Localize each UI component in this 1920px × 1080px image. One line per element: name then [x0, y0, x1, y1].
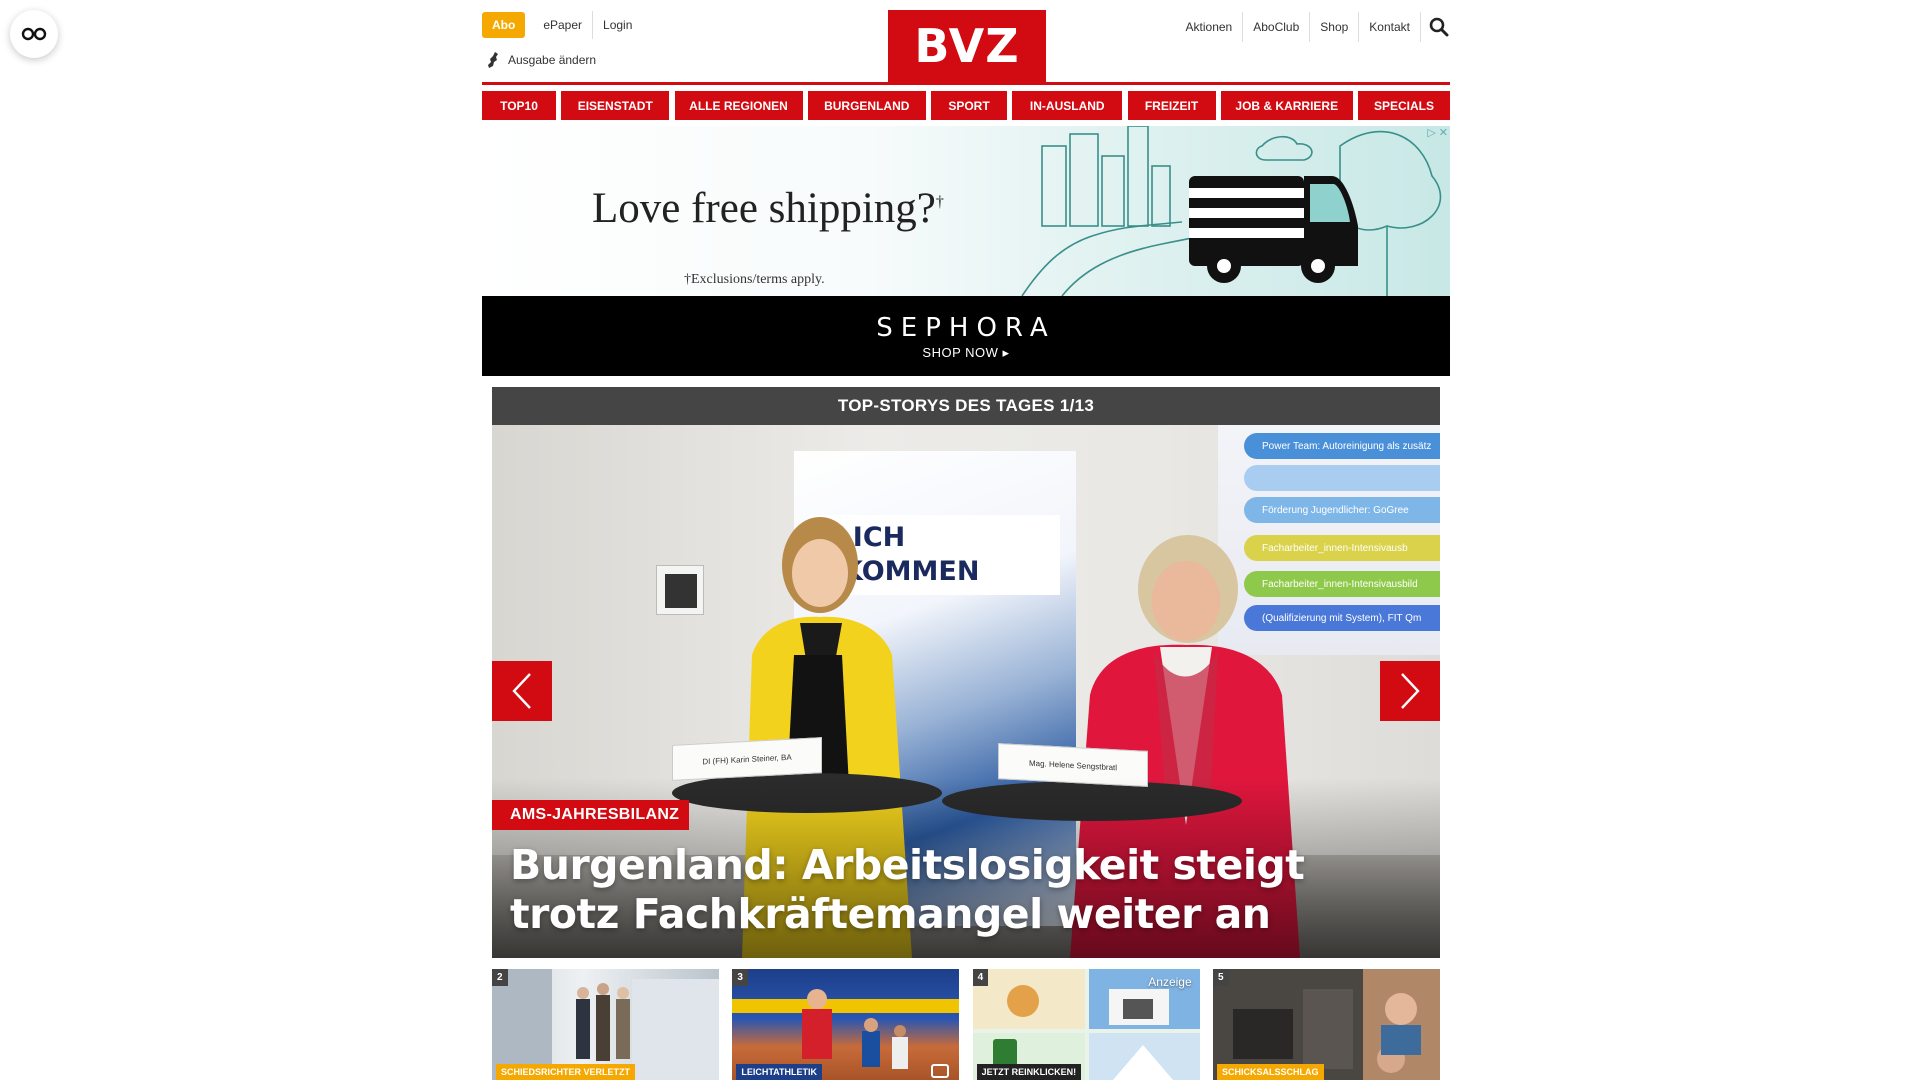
thumb-tag: LEICHTATHLETIK [736, 1064, 822, 1080]
story-thumbnails: 2 SCHIEDSRICHTER VERLETZT 3 LEICHTATHLET… [492, 969, 1440, 1080]
nav-item-sport[interactable]: SPORT [931, 91, 1007, 120]
edition-switch[interactable]: Ausgabe ändern [486, 51, 596, 69]
carousel-next-button[interactable] [1380, 661, 1440, 721]
ad-visual: Love free shipping?† †Exclusions/terms a… [482, 126, 1450, 296]
projection-line: Förderung Jugendlicher: GoGree [1244, 497, 1440, 523]
thumb-number: 5 [1212, 969, 1229, 986]
story-thumb-4[interactable]: 4 Anzeige JETZT REINKLICKEN! [972, 969, 1200, 1080]
accessibility-toggle-button[interactable] [10, 10, 58, 58]
adchoices-icon[interactable]: ▷ [1427, 126, 1435, 139]
sephora-ad-banner[interactable]: Love free shipping?† †Exclusions/terms a… [482, 126, 1450, 376]
header-left-links: Abo ePaper Login [482, 11, 642, 39]
hero-kicker[interactable]: AMS-JAHRESBILANZ [492, 800, 690, 830]
ad-footnote-mark: † [935, 193, 944, 211]
hero-headline[interactable]: Burgenland: Arbeitslosigkeit steigt trot… [510, 841, 1420, 939]
search-button[interactable] [1420, 12, 1450, 42]
header-divider [482, 82, 1450, 85]
ad-choices[interactable]: ▷ ✕ [1427, 126, 1448, 139]
carousel-prev-button[interactable] [492, 661, 552, 721]
aktionen-link[interactable]: Aktionen [1176, 12, 1243, 42]
top-stories-title: TOP-STORYS DES TAGES 1/13 [492, 387, 1440, 425]
ad-terms: †Exclusions/terms apply. [684, 272, 825, 287]
story-thumb-3[interactable]: 3 LEICHTATHLETIK [732, 969, 960, 1080]
nav-item-in-ausland[interactable]: IN-AUSLAND [1012, 91, 1123, 120]
ad-shop-now-link[interactable]: SHOP NOW ▸ [482, 345, 1450, 361]
main-navigation: TOP10 EISENSTADT ALLE REGIONEN BURGENLAN… [482, 91, 1450, 120]
nav-item-specials[interactable]: SPECIALS [1358, 91, 1450, 120]
edition-label: Ausgabe ändern [508, 53, 597, 67]
nav-item-burgenland[interactable]: BURGENLAND [807, 91, 926, 120]
nav-item-job-karriere[interactable]: JOB & KARRIERE [1220, 91, 1353, 120]
wall-switch-photo-detail [656, 565, 704, 615]
site-header: Abo ePaper Login Ausgabe ändern BVZ Akti… [482, 0, 1450, 82]
projection-line-blank [1244, 465, 1440, 491]
search-icon [1429, 17, 1448, 37]
top-stories-carousel: TOP-STORYS DES TAGES 1/13 Power Team: Au… [492, 387, 1440, 958]
thumb-number: 4 [972, 969, 989, 986]
story-thumb-2[interactable]: 2 SCHIEDSRICHTER VERLETZT [492, 969, 719, 1080]
ad-brand-logo: SEPHORA [876, 313, 1056, 343]
thumb-number: 3 [732, 969, 748, 986]
story-thumb-5[interactable]: 5 SCHICKSALSSCHLAG [1212, 969, 1440, 1080]
ad-close-icon[interactable]: ✕ [1439, 126, 1448, 139]
nav-item-freizeit[interactable]: FREIZEIT [1127, 91, 1216, 120]
shop-link[interactable]: Shop [1309, 12, 1358, 42]
hero-story[interactable]: Power Team: Autoreinigung als zusätz För… [492, 425, 1440, 958]
thumb-number: 2 [492, 969, 508, 986]
abo-button[interactable]: Abo [482, 12, 526, 38]
ad-headline: Love free shipping?† [592, 185, 944, 232]
header-right-links: Aktionen AboClub Shop Kontakt [1176, 12, 1450, 42]
thumb-tag: SCHIEDSRICHTER VERLETZT [496, 1064, 636, 1080]
thumb-tag: JETZT REINKLICKEN! [976, 1064, 1082, 1080]
region-map-icon [488, 52, 498, 68]
gallery-camera-icon [931, 1064, 950, 1078]
projection-line: Power Team: Autoreinigung als zusätz [1244, 433, 1440, 459]
chevron-right-icon [1401, 673, 1420, 709]
delivery-truck-illustration [1189, 176, 1358, 283]
bvz-logo[interactable]: BVZ [888, 10, 1046, 82]
aboclub-link[interactable]: AboClub [1242, 12, 1309, 42]
ad-brand-strip: SEPHORA SHOP NOW ▸ [482, 296, 1450, 376]
thumb-ad-label: Anzeige [1148, 975, 1192, 989]
epaper-link[interactable]: ePaper [533, 11, 592, 39]
page: Abo ePaper Login Ausgabe ändern BVZ Akti… [482, 0, 1450, 1080]
nav-item-alle-regionen[interactable]: ALLE REGIONEN [674, 91, 803, 120]
login-link[interactable]: Login [592, 11, 642, 39]
chevron-left-icon [512, 673, 531, 709]
nav-item-top10[interactable]: TOP10 [482, 91, 556, 120]
thumb-tag: SCHICKSALSSCHLAG [1216, 1064, 1324, 1080]
nav-item-eisenstadt[interactable]: EISENSTADT [561, 91, 670, 120]
kontakt-link[interactable]: Kontakt [1358, 12, 1420, 42]
glasses-icon [21, 27, 47, 41]
